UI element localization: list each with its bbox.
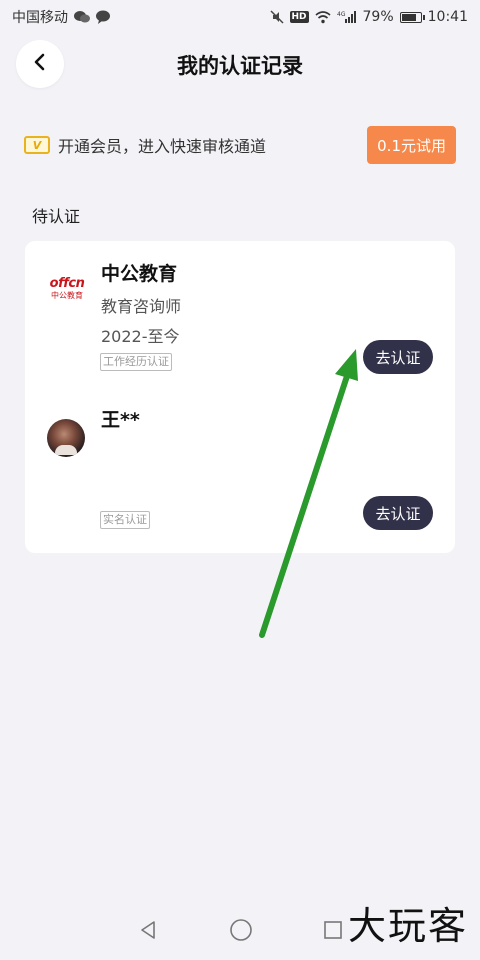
user-name: 王** <box>101 409 140 431</box>
nav-recents-icon[interactable] <box>323 920 343 944</box>
vip-banner: V 开通会员，进入快速审核通道 0.1元试用 <box>24 124 456 166</box>
organization-name: 中公教育 <box>101 263 178 285</box>
message-icon <box>96 10 110 24</box>
verification-type-badge: 实名认证 <box>100 511 150 529</box>
battery-percent: 79% <box>362 9 394 25</box>
page-title: 我的认证记录 <box>177 54 303 78</box>
battery-icon <box>399 11 425 23</box>
battery-fill <box>401 13 416 21</box>
avatar <box>47 419 85 457</box>
section-title-pending: 待认证 <box>32 207 81 226</box>
status-bar: 中国移动 HD 4G 79% 10:41 <box>0 0 480 34</box>
watermark: 大玩客 <box>347 904 468 948</box>
logo-subtext: 中公教育 <box>51 291 83 300</box>
signal-icon: 4G <box>337 10 357 24</box>
nav-home-icon[interactable] <box>229 918 253 946</box>
network-label: 4G <box>337 11 346 18</box>
hd-icon: HD <box>289 11 309 23</box>
clock: 10:41 <box>427 9 468 25</box>
vip-icon: V <box>24 136 50 154</box>
verify-work-button[interactable]: 去认证 <box>363 340 433 374</box>
wechat-icon <box>74 10 90 24</box>
list-item: offcn 中公教育 中公教育 教育咨询师 2022-至今 工作经历认证 去认证 <box>25 255 455 385</box>
carrier-label: 中国移动 <box>12 10 68 26</box>
logo-mark: offcn <box>49 276 85 291</box>
job-title: 教育咨询师 <box>101 297 182 316</box>
offcn-logo: offcn 中公教育 <box>47 277 87 307</box>
verification-type-badge: 工作经历认证 <box>100 353 172 371</box>
list-item: 王** 实名认证 去认证 <box>25 401 455 541</box>
work-period: 2022-至今 <box>101 327 180 346</box>
nav-back-icon[interactable] <box>137 919 159 945</box>
pending-card: offcn 中公教育 中公教育 教育咨询师 2022-至今 工作经历认证 去认证… <box>25 241 455 553</box>
wifi-icon <box>314 10 331 24</box>
verify-identity-button[interactable]: 去认证 <box>363 496 433 530</box>
vip-banner-text: 开通会员，进入快速审核通道 <box>58 137 267 156</box>
mute-icon <box>269 10 284 24</box>
trial-button[interactable]: 0.1元试用 <box>367 126 456 164</box>
